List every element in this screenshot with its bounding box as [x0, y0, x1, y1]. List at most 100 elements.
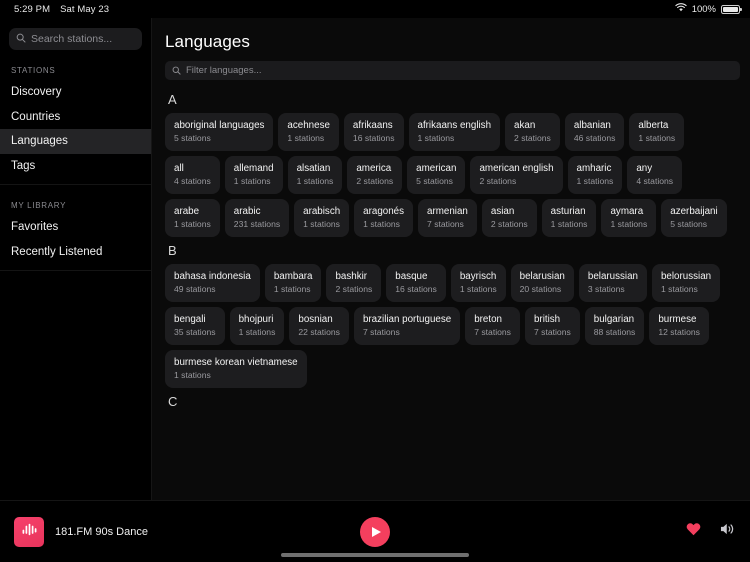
language-card[interactable]: acehnese 1 stations: [278, 113, 339, 151]
language-card[interactable]: bengali 35 stations: [165, 307, 225, 345]
language-card[interactable]: arabe 1 stations: [165, 199, 220, 237]
sidebar-search-wrap: Search stations...: [0, 28, 151, 50]
language-card[interactable]: all 4 stations: [165, 156, 220, 194]
language-name: bahasa indonesia: [174, 270, 251, 282]
home-indicator: [281, 553, 469, 557]
language-card[interactable]: arabisch 1 stations: [294, 199, 350, 237]
station-count: 1 stations: [303, 219, 340, 230]
alpha-header: B: [168, 243, 177, 258]
language-card[interactable]: america 2 stations: [347, 156, 403, 194]
language-name: basque: [395, 270, 428, 282]
language-name: aboriginal languages: [174, 119, 265, 131]
language-card[interactable]: breton 7 stations: [465, 307, 520, 345]
sidebar-section-label-stations: STATIONS: [11, 66, 56, 75]
play-button[interactable]: [360, 516, 390, 547]
language-card[interactable]: british 7 stations: [524, 307, 580, 345]
language-card[interactable]: alberta 1 stations: [629, 113, 685, 151]
station-count: 7 stations: [533, 327, 571, 338]
language-card[interactable]: belarussian 3 stations: [578, 264, 647, 302]
language-name: allemand: [233, 162, 274, 174]
station-count: 1 stations: [550, 219, 588, 230]
language-name: arabe: [174, 205, 200, 217]
language-card[interactable]: american 5 stations: [407, 156, 466, 194]
language-name: burmese korean vietnamese: [174, 356, 298, 368]
language-card[interactable]: belorussian 1 stations: [651, 264, 721, 302]
language-name: america: [356, 162, 392, 174]
language-card[interactable]: akan 2 stations: [505, 113, 560, 151]
language-name: american english: [479, 162, 554, 174]
language-card[interactable]: alsatian 1 stations: [287, 156, 343, 194]
station-count: 20 stations: [519, 284, 562, 295]
station-count: 16 stations: [352, 133, 395, 144]
filter-languages-input[interactable]: Filter languages...: [165, 61, 740, 80]
station-count: 16 stations: [395, 284, 437, 295]
language-card[interactable]: bayrisch 1 stations: [450, 264, 506, 302]
language-name: belarusian: [519, 270, 565, 282]
language-card[interactable]: brazilian portuguese 7 stations: [353, 307, 461, 345]
language-card[interactable]: bhojpuri 1 stations: [229, 307, 285, 345]
language-card[interactable]: asian 2 stations: [481, 199, 537, 237]
station-count: 22 stations: [298, 327, 340, 338]
station-count: 1 stations: [273, 284, 311, 295]
station-count: 88 stations: [593, 327, 636, 338]
language-name: arabic: [233, 205, 261, 217]
station-count: 1 stations: [638, 133, 676, 144]
sidebar-item-discovery[interactable]: Discovery: [0, 80, 151, 105]
language-name: bulgarian: [593, 313, 635, 325]
language-card[interactable]: burmese 12 stations: [649, 307, 709, 345]
language-name: british: [533, 313, 561, 325]
language-card[interactable]: bahasa indonesia 49 stations: [165, 264, 260, 302]
station-count: 1 stations: [233, 176, 271, 187]
language-card[interactable]: bosnian 22 stations: [289, 307, 349, 345]
station-count: 1 stations: [576, 176, 614, 187]
language-card[interactable]: armenian 7 stations: [418, 199, 477, 237]
sidebar-item-tags[interactable]: Tags: [0, 154, 151, 179]
language-card[interactable]: basque 16 stations: [386, 264, 446, 302]
language-card[interactable]: aymara 1 stations: [601, 199, 657, 237]
alpha-header: A: [168, 92, 177, 107]
language-card[interactable]: bashkir 2 stations: [326, 264, 382, 302]
station-count: 12 stations: [658, 327, 700, 338]
sidebar-item-favorites[interactable]: Favorites: [0, 215, 151, 240]
language-name: akan: [514, 119, 536, 131]
language-name: alsatian: [296, 162, 331, 174]
language-card[interactable]: any 4 stations: [627, 156, 683, 194]
station-count: 1 stations: [610, 219, 648, 230]
language-name: any: [636, 162, 653, 174]
language-card[interactable]: belarusian 20 stations: [510, 264, 574, 302]
language-card[interactable]: aragonés 1 stations: [354, 199, 414, 237]
language-card[interactable]: aboriginal languages 5 stations: [165, 113, 274, 151]
language-name: albanian: [573, 119, 611, 131]
language-card[interactable]: afrikaans 16 stations: [343, 113, 404, 151]
player-bar: 181.FM 90s Dance: [0, 500, 750, 562]
language-card[interactable]: allemand 1 stations: [224, 156, 283, 194]
station-count: 7 stations: [362, 327, 400, 338]
language-card[interactable]: american english 2 stations: [470, 156, 563, 194]
language-card[interactable]: afrikaans english 1 stations: [408, 113, 501, 151]
sidebar-item-languages[interactable]: Languages: [0, 129, 151, 154]
sidebar-item-countries[interactable]: Countries: [0, 105, 151, 130]
status-bar: 5:29 PM Sat May 23 100%: [0, 0, 750, 18]
search-stations-input[interactable]: Search stations...: [9, 28, 142, 50]
language-card[interactable]: bambara 1 stations: [264, 264, 322, 302]
sidebar-group-my-library: Favorites Recently Listened: [0, 215, 151, 264]
station-count: 2 stations: [335, 284, 373, 295]
favorite-button[interactable]: [686, 522, 701, 541]
language-card[interactable]: bulgarian 88 stations: [584, 307, 645, 345]
language-name: asian: [490, 205, 515, 217]
sidebar-item-recently-listened[interactable]: Recently Listened: [0, 240, 151, 265]
language-name: belarussian: [587, 270, 638, 282]
language-card[interactable]: arabic 231 stations: [224, 199, 290, 237]
language-card[interactable]: albanian 46 stations: [564, 113, 625, 151]
language-card[interactable]: azerbaijani 5 stations: [661, 199, 727, 237]
status-bar-left: 5:29 PM Sat May 23: [14, 4, 109, 15]
station-count: 2 stations: [514, 133, 551, 144]
volume-button[interactable]: [719, 522, 736, 541]
language-name: all: [174, 162, 184, 174]
station-count: 5 stations: [670, 219, 708, 230]
language-card[interactable]: asturian 1 stations: [541, 199, 597, 237]
station-count: 5 stations: [416, 176, 453, 187]
language-card[interactable]: burmese korean vietnamese 1 stations: [165, 350, 307, 388]
language-card[interactable]: amharic 1 stations: [567, 156, 623, 194]
alpha-header: C: [168, 394, 178, 409]
